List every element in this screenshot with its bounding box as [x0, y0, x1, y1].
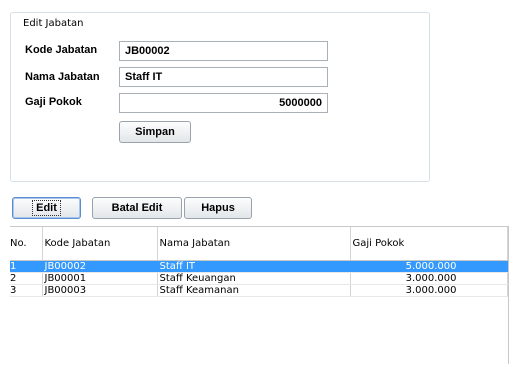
table-header-row: No. Kode Jabatan Nama Jabatan Gaji Pokok: [10, 227, 508, 261]
edit-button[interactable]: Edit: [12, 197, 81, 219]
hapus-button-label: Hapus: [201, 202, 235, 214]
gaji-pokok-label: Gaji Pokok: [25, 96, 82, 108]
cell-gaji: 5.000.000: [350, 260, 508, 273]
cell-nama: Staff Keuangan: [157, 272, 351, 285]
column-header-no[interactable]: No.: [10, 227, 43, 261]
nama-jabatan-label: Nama Jabatan: [25, 71, 100, 83]
jabatan-table[interactable]: No. Kode Jabatan Nama Jabatan Gaji Pokok…: [10, 226, 509, 364]
nama-jabatan-field[interactable]: Staff IT: [119, 67, 328, 87]
simpan-button[interactable]: Simpan: [119, 121, 191, 143]
gaji-pokok-field[interactable]: 5000000: [119, 93, 328, 113]
batal-edit-button-label: Batal Edit: [111, 202, 163, 214]
panel-title: Edit Jabatan: [20, 18, 87, 29]
cell-no: 2: [10, 272, 43, 285]
cell-nama: Staff IT: [157, 260, 351, 273]
cell-no: 1: [10, 260, 43, 273]
cell-kode: JB00001: [42, 272, 158, 285]
edit-button-label: Edit: [32, 200, 61, 216]
cell-gaji: 3.000.000: [350, 284, 508, 297]
batal-edit-button[interactable]: Batal Edit: [92, 197, 182, 219]
simpan-button-label: Simpan: [135, 126, 175, 138]
table-row[interactable]: 3 JB00003 Staff Keamanan 3.000.000: [10, 284, 508, 297]
kode-jabatan-label: Kode Jabatan: [25, 44, 98, 56]
cell-kode: JB00002: [42, 260, 158, 273]
cell-no: 3: [10, 284, 43, 297]
hapus-button[interactable]: Hapus: [184, 197, 252, 219]
column-header-gaji[interactable]: Gaji Pokok: [350, 227, 508, 261]
table-row[interactable]: 2 JB00001 Staff Keuangan 3.000.000: [10, 272, 508, 285]
table-row[interactable]: 1 JB00002 Staff IT 5.000.000: [10, 260, 508, 273]
column-header-kode[interactable]: Kode Jabatan: [42, 227, 158, 261]
cell-nama: Staff Keamanan: [157, 284, 351, 297]
kode-jabatan-field[interactable]: JB00002: [119, 41, 328, 61]
cell-kode: JB00003: [42, 284, 158, 297]
cell-gaji: 3.000.000: [350, 272, 508, 285]
column-header-nama[interactable]: Nama Jabatan: [157, 227, 351, 261]
